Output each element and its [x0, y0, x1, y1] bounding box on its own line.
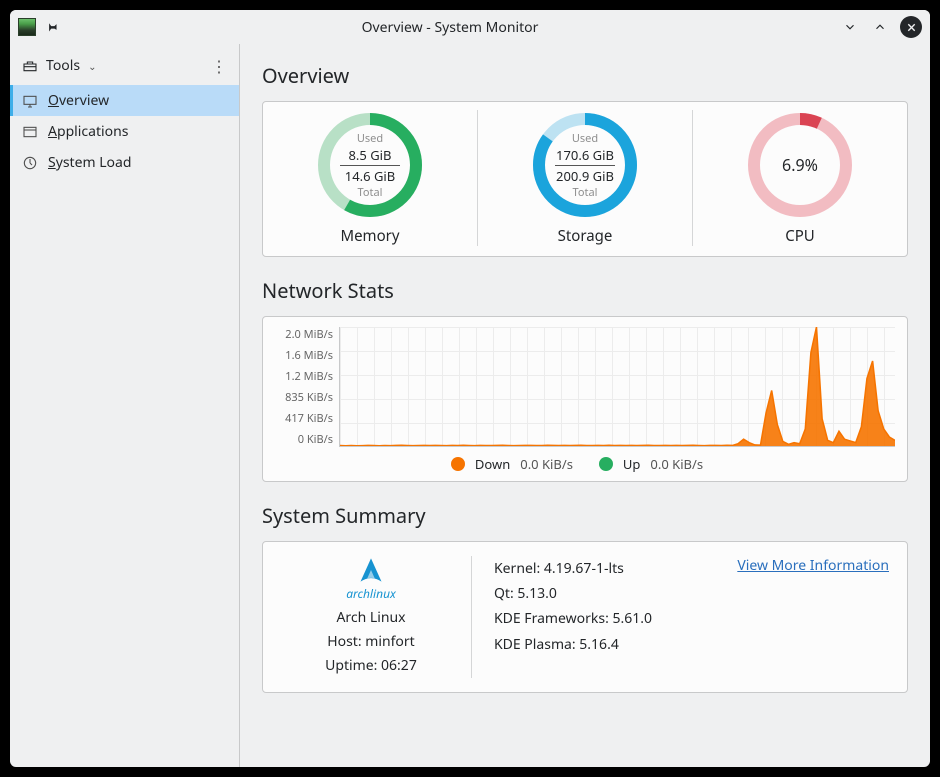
gauge-memory: Used 8.5 GiB 14.6 GiB Total Memory — [263, 110, 477, 246]
y-tick: 0 KiB/s — [275, 432, 333, 447]
legend-up-dot — [599, 457, 613, 471]
network-heading: Network Stats — [262, 277, 908, 304]
y-tick: 1.6 MiB/s — [275, 348, 333, 363]
distro-logo: archlinux — [281, 556, 461, 604]
gauge-icon — [22, 155, 38, 171]
summary-detail-line: Qt: 5.13.0 — [494, 581, 709, 606]
minimize-button[interactable] — [840, 17, 860, 37]
gauge-value: 6.9% — [782, 154, 818, 176]
view-more-link[interactable]: View More Information — [737, 556, 889, 575]
gauge-used-label: Used — [357, 131, 383, 146]
uptime-line: Uptime: 06:27 — [281, 654, 461, 678]
summary-detail-line: KDE Frameworks: 5.61.0 — [494, 606, 709, 631]
sidebar: Tools ⌄ ⋮ Overview Applications System Loa… — [10, 44, 240, 767]
gauge-used-value: 8.5 GiB — [348, 146, 391, 164]
y-tick: 835 KiB/s — [275, 390, 333, 405]
y-tick: 1.2 MiB/s — [275, 369, 333, 384]
distro-name: Arch Linux — [281, 606, 461, 630]
legend-down-dot — [451, 457, 465, 471]
summary-detail-line: KDE Plasma: 5.16.4 — [494, 632, 709, 657]
pin-icon[interactable] — [44, 19, 60, 35]
window-title: Overview - System Monitor — [68, 18, 832, 37]
maximize-button[interactable] — [870, 17, 890, 37]
y-tick: 2.0 MiB/s — [275, 327, 333, 342]
sidebar-item-system-load[interactable]: System Load — [10, 147, 239, 178]
gauge-used-label: Used — [572, 131, 598, 146]
legend-down-value: 0.0 KiB/s — [520, 455, 573, 473]
sidebar-item-applications[interactable]: Applications — [10, 116, 239, 147]
overview-heading: Overview — [262, 62, 908, 89]
gauge-storage: Used 170.6 GiB 200.9 GiB Total Storage — [477, 110, 692, 246]
overview-gauges-card: Used 8.5 GiB 14.6 GiB Total Memory Used 1… — [262, 101, 908, 257]
gauge-total-label: Total — [573, 185, 598, 200]
gauge-title: Storage — [558, 226, 613, 246]
summary-heading: System Summary — [262, 502, 908, 529]
sidebar-item-label: System Load — [48, 153, 131, 172]
gauge-used-value: 170.6 GiB — [556, 146, 614, 164]
sidebar-item-overview[interactable]: Overview — [10, 85, 239, 116]
app-icon — [18, 18, 36, 36]
sidebar-item-label: Applications — [48, 122, 128, 141]
network-chart-card: 2.0 MiB/s 1.6 MiB/s 1.2 MiB/s 835 KiB/s 417 … — [262, 316, 908, 482]
toolbox-icon — [22, 58, 38, 74]
gauge-total-label: Total — [358, 185, 383, 200]
gauge-title: CPU — [785, 226, 815, 246]
y-tick: 417 KiB/s — [275, 411, 333, 426]
window-icon — [22, 124, 38, 140]
chart-legend: Down 0.0 KiB/s Up 0.0 KiB/s — [275, 455, 895, 473]
chevron-down-icon: ⌄ — [88, 59, 96, 73]
summary-detail-line: Kernel: 4.19.67-1-lts — [494, 556, 709, 581]
close-button[interactable] — [900, 16, 922, 38]
host-line: Host: minfort — [281, 630, 461, 654]
gauge-title: Memory — [340, 226, 399, 246]
tools-menu[interactable]: Tools ⌄ ⋮ — [10, 50, 239, 85]
chart-plot-area — [339, 327, 895, 447]
legend-up-label: Up — [623, 455, 641, 473]
gauge-total-value: 200.9 GiB — [556, 167, 614, 185]
chart-y-axis: 2.0 MiB/s 1.6 MiB/s 1.2 MiB/s 835 KiB/s 417 … — [275, 327, 339, 447]
system-summary-card: archlinux Arch Linux Host: minfort Uptim… — [262, 541, 908, 693]
distro-logo-text: archlinux — [346, 584, 396, 604]
gauge-cpu: 6.9% CPU — [692, 110, 907, 246]
sidebar-item-label: Overview — [48, 91, 109, 110]
legend-down-label: Down — [475, 455, 510, 473]
monitor-icon — [22, 93, 38, 109]
kebab-menu-icon[interactable]: ⋮ — [211, 58, 227, 74]
tools-label: Tools — [46, 56, 80, 75]
legend-up-value: 0.0 KiB/s — [650, 455, 703, 473]
summary-details: Kernel: 4.19.67-1-ltsQt: 5.13.0KDE Frame… — [482, 556, 709, 657]
gauge-total-value: 14.6 GiB — [345, 167, 395, 185]
